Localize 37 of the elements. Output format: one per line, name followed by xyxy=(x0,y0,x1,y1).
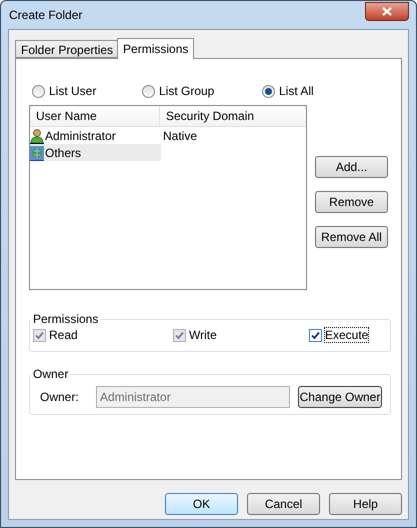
user-name: Others xyxy=(45,144,82,162)
checkbox-label: Write xyxy=(189,328,217,342)
column-header[interactable]: Security Domain xyxy=(160,106,306,126)
window-title: Create Folder xyxy=(8,7,82,24)
dialog-button[interactable]: Cancel xyxy=(247,493,320,515)
radio-label: List Group xyxy=(159,83,214,100)
list-row[interactable]: Administrator xyxy=(30,127,161,144)
checkbox-label: Read xyxy=(49,328,78,342)
radio-label: List All xyxy=(279,83,314,100)
user-name: Administrator xyxy=(45,128,116,144)
column-header[interactable]: User Name xyxy=(30,106,160,126)
checkmark-icon xyxy=(175,330,184,340)
dialog-button[interactable]: Help xyxy=(329,493,402,515)
checkbox-label: Execute xyxy=(325,328,368,342)
close-icon xyxy=(382,6,392,16)
close-button[interactable] xyxy=(365,2,409,20)
list-action-button[interactable]: Remove xyxy=(315,191,388,213)
tab[interactable]: Permissions xyxy=(117,38,194,59)
dialog-button[interactable]: OK xyxy=(165,493,238,515)
radio-label: List User xyxy=(49,83,96,100)
list-row[interactable]: Others xyxy=(30,144,161,161)
tab[interactable]: Folder Properties xyxy=(15,40,118,58)
owner-label: Owner: xyxy=(39,389,80,406)
globe-icon xyxy=(30,144,44,160)
radio-button[interactable] xyxy=(32,84,45,98)
group-title: Permissions xyxy=(32,311,100,328)
radio-button[interactable] xyxy=(142,84,155,98)
security-domain: Native xyxy=(162,128,198,144)
user-list[interactable]: User Name Security Domain Administrator Native Others xyxy=(29,105,307,290)
checkmark-icon xyxy=(311,330,320,340)
radio-button[interactable] xyxy=(262,84,275,98)
user-icon xyxy=(30,128,44,144)
group-title: Owner xyxy=(32,366,70,383)
checkmark-icon xyxy=(35,330,44,340)
checkbox[interactable] xyxy=(309,328,322,342)
list-action-button[interactable]: Remove All xyxy=(315,226,388,248)
list-action-button[interactable]: Add... xyxy=(315,156,388,178)
